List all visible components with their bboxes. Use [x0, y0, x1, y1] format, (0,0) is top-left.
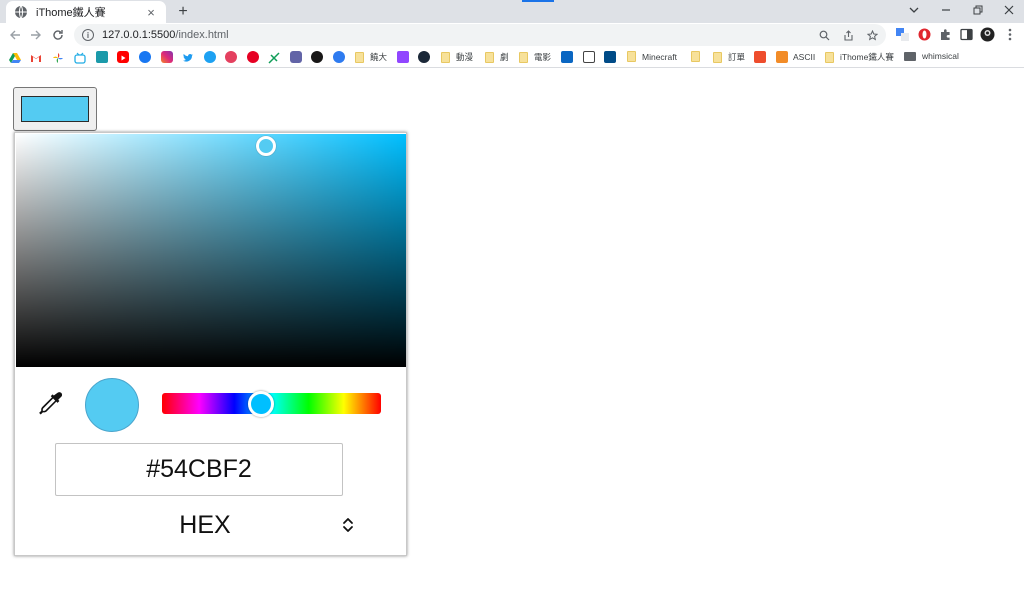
steam-icon[interactable]: [418, 51, 430, 63]
bookmark-app-icon[interactable]: [225, 51, 237, 63]
site-info-icon[interactable]: i: [82, 29, 94, 41]
bookmark-folder[interactable]: [691, 51, 706, 62]
zoom-icon[interactable]: [816, 27, 832, 43]
twitter-icon[interactable]: [182, 51, 194, 63]
extensions-puzzle-icon[interactable]: [937, 26, 953, 42]
tab-strip-accent: [522, 0, 554, 2]
color-picker-panel: HEX: [14, 132, 407, 556]
gmail-icon[interactable]: [30, 51, 42, 63]
facebook-icon[interactable]: [139, 51, 151, 63]
bookmark-folder[interactable]: 動漫: [441, 51, 473, 63]
chevron-up-down-icon[interactable]: [341, 516, 355, 534]
back-arrow-icon[interactable]: [6, 26, 24, 44]
instagram-icon[interactable]: [161, 51, 173, 63]
bookmark-app-icon[interactable]: [583, 51, 595, 63]
bilibili-icon[interactable]: [74, 51, 86, 64]
bookmarks-bar: 饒大 動漫 劇 電影 Minecraft 訂單 ASCII iThome鐵人賽 …: [0, 47, 1024, 68]
saturation-value-handle[interactable]: [255, 135, 276, 156]
tab-strip: iThome鐵人賽 × +: [0, 0, 1024, 23]
profile-avatar-icon[interactable]: [979, 26, 995, 42]
restore-icon[interactable]: [962, 0, 994, 20]
translate-icon[interactable]: [894, 26, 910, 42]
color-format-select[interactable]: HEX: [55, 505, 355, 545]
bookmark-app-icon[interactable]: [333, 51, 345, 63]
bookmark-folder[interactable]: iThome鐵人賽: [825, 51, 894, 63]
shopee-icon[interactable]: [754, 51, 766, 63]
bookmark-folder[interactable]: 饒大: [355, 51, 387, 63]
bookmark-app-icon[interactable]: [604, 51, 616, 63]
globe-icon: [15, 5, 27, 19]
browser-toolbar: i 127.0.0.1:5500/index.html: [0, 23, 1024, 47]
bookmark-link[interactable]: ASCII: [776, 51, 815, 63]
opera-extension-icon[interactable]: [916, 26, 932, 42]
bookmark-star-icon[interactable]: [864, 27, 880, 43]
folder-icon: [825, 51, 834, 63]
folder-icon: [627, 51, 636, 62]
bookmark-folder[interactable]: Minecraft: [627, 51, 677, 62]
menu-dots-icon[interactable]: [1002, 26, 1018, 42]
side-panel-icon[interactable]: [958, 26, 974, 42]
address-bar[interactable]: i 127.0.0.1:5500/index.html: [74, 24, 886, 46]
url-path: /index.html: [175, 29, 229, 41]
close-window-icon[interactable]: [993, 0, 1024, 20]
sv-black-layer: [16, 134, 406, 367]
saturation-value-area[interactable]: [16, 134, 406, 367]
bookmark-app-icon: [776, 51, 788, 63]
bookmark-folder[interactable]: whimsical: [904, 51, 959, 61]
folder-icon: [441, 51, 450, 63]
reload-icon[interactable]: [49, 26, 67, 44]
hue-slider[interactable]: [162, 390, 381, 417]
bookmark-app-icon[interactable]: [96, 51, 108, 63]
youtube-icon[interactable]: [117, 51, 129, 63]
bookmark-app-icon[interactable]: [561, 51, 573, 63]
github-icon[interactable]: [311, 51, 323, 63]
bookmark-app-icon[interactable]: [268, 51, 280, 64]
color-swatch-button[interactable]: [13, 87, 97, 131]
forward-arrow-icon[interactable]: [27, 26, 45, 44]
bookmark-folder[interactable]: 電影: [519, 51, 551, 63]
bookmark-folder[interactable]: 訂單: [713, 51, 745, 63]
folder-icon: [355, 51, 364, 63]
color-swatch-fill: [21, 96, 89, 122]
bookmark-folder[interactable]: 劇: [485, 51, 509, 63]
folder-icon: [519, 51, 528, 63]
new-tab-button[interactable]: +: [174, 3, 192, 21]
folder-icon: [904, 51, 916, 61]
tab-search-icon[interactable]: [898, 0, 930, 20]
browser-tab[interactable]: iThome鐵人賽 ×: [6, 1, 166, 23]
bookmark-app-icon[interactable]: [204, 51, 216, 63]
hex-value-input[interactable]: [55, 443, 343, 496]
folder-icon: [691, 51, 700, 62]
tab-title: iThome鐵人賽: [36, 7, 106, 19]
color-preview-circle: [85, 378, 139, 432]
share-icon[interactable]: [840, 27, 856, 43]
google-drive-icon[interactable]: [9, 51, 21, 63]
color-format-label: HEX: [179, 510, 231, 539]
folder-icon: [713, 51, 722, 63]
tab-close-icon[interactable]: ×: [144, 5, 158, 20]
teams-icon[interactable]: [290, 51, 302, 63]
eyedropper-icon[interactable]: [37, 390, 65, 418]
google-photos-icon[interactable]: [52, 51, 64, 63]
url-host: 127.0.0.1:5500: [102, 29, 176, 41]
hue-slider-handle[interactable]: [248, 390, 275, 417]
twitch-icon[interactable]: [397, 51, 409, 63]
minimize-icon[interactable]: [930, 0, 962, 20]
pinterest-icon[interactable]: [247, 51, 259, 63]
folder-icon: [485, 51, 494, 63]
